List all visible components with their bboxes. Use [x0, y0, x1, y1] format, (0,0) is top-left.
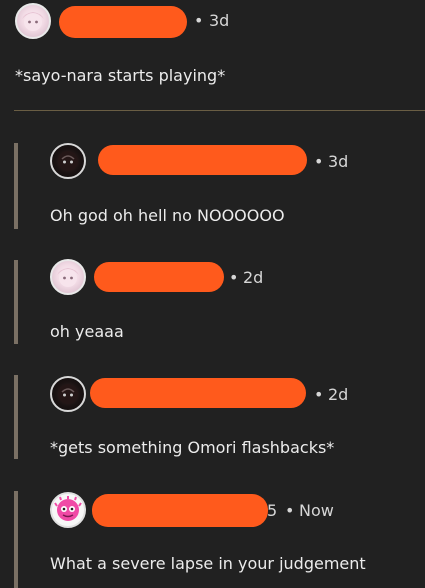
anime-girl-avatar-icon[interactable]: [15, 3, 51, 39]
redacted-username[interactable]: [94, 262, 224, 292]
redacted-username[interactable]: [59, 6, 187, 38]
reply-thread-rail[interactable]: [14, 491, 18, 588]
pink-creature-avatar-icon[interactable]: [50, 492, 86, 528]
reply-separator: •: [229, 268, 239, 287]
thread-divider: [14, 110, 425, 111]
reply-separator: •: [314, 385, 324, 404]
reply-text: oh yeaaa: [50, 322, 124, 341]
post-timestamp[interactable]: 3d: [209, 11, 229, 30]
reply-thread-rail[interactable]: [14, 260, 18, 344]
reply-text: *gets something Omori flashbacks*: [50, 438, 335, 457]
post-separator: •: [194, 11, 204, 30]
reply-timestamp[interactable]: 2d: [328, 385, 348, 404]
reply-thread-rail[interactable]: [14, 375, 18, 459]
reply-text: Oh god oh hell no NOOOOOO: [50, 206, 285, 225]
redacted-username[interactable]: [92, 494, 268, 527]
reply-separator: •: [314, 152, 324, 171]
reply-timestamp[interactable]: 2d: [243, 268, 263, 287]
reply-text: What a severe lapse in your judgement: [50, 554, 366, 573]
reply-thread-rail[interactable]: [14, 143, 18, 229]
post-text: *sayo-nara starts playing*: [15, 66, 226, 85]
reply-separator: •: [285, 501, 295, 520]
username-tail: 5: [267, 501, 278, 520]
redacted-username[interactable]: [98, 145, 307, 175]
reply-timestamp[interactable]: Now: [299, 501, 334, 520]
dark-creature-avatar-icon[interactable]: [50, 376, 86, 412]
redacted-username[interactable]: [90, 378, 306, 408]
reply-timestamp[interactable]: 3d: [328, 152, 348, 171]
dark-creature-avatar-icon[interactable]: [50, 143, 86, 179]
anime-girl-avatar-icon[interactable]: [50, 259, 86, 295]
